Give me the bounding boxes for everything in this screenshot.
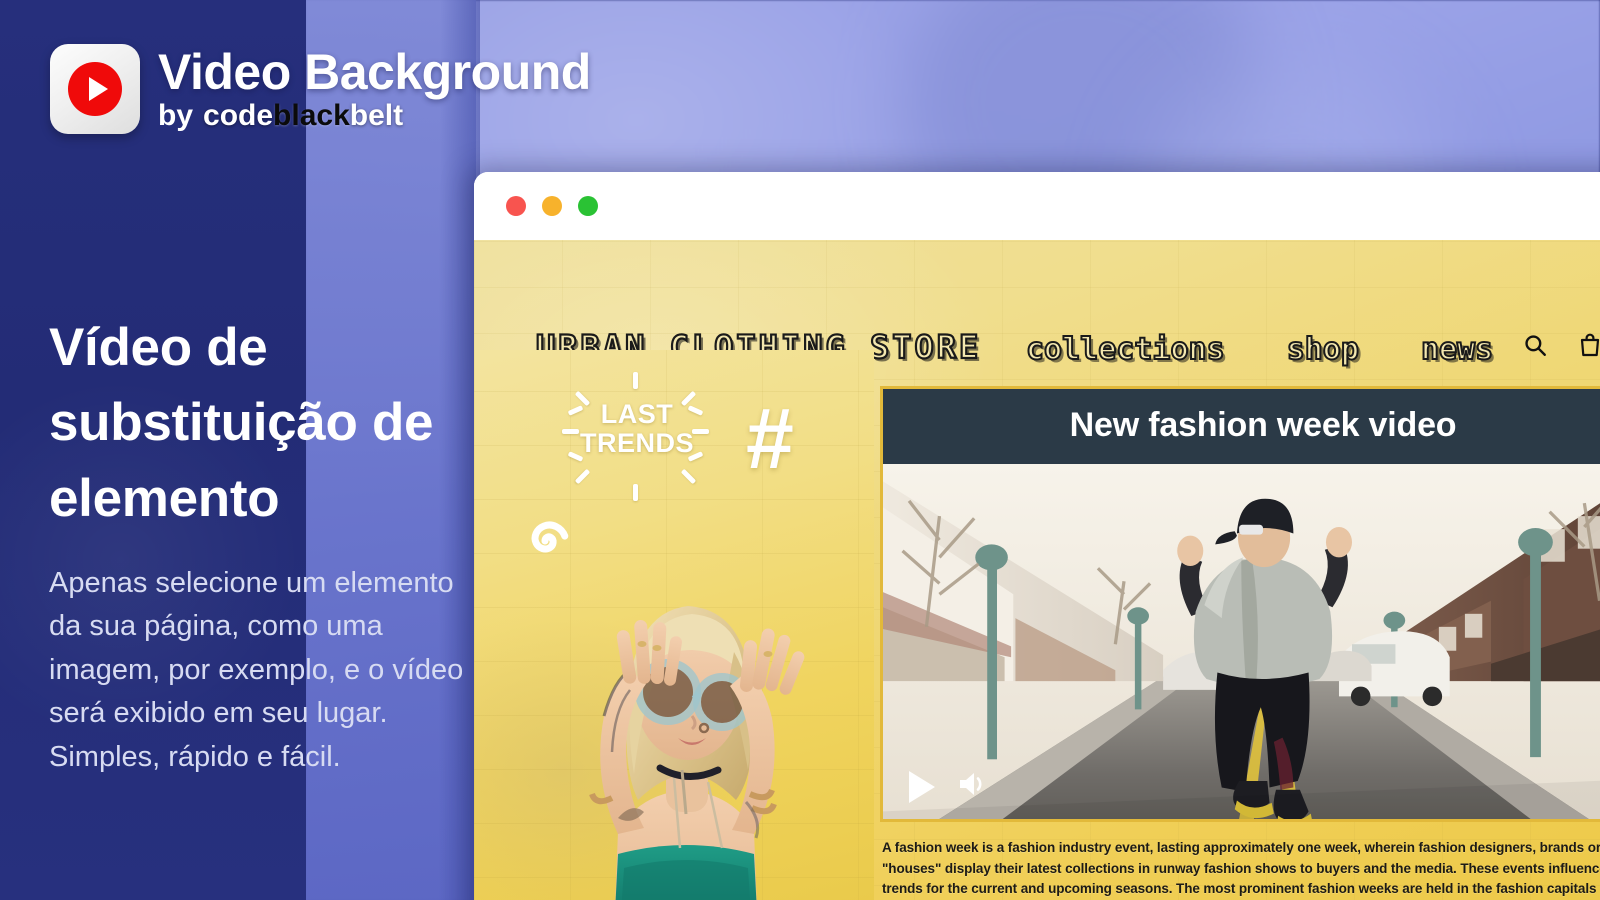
video-controls	[909, 770, 989, 803]
badge-line-2: TRENDS	[579, 428, 694, 459]
app-title: Video Background	[158, 44, 591, 100]
page-root: Video Background by code black belt Vídeo …	[0, 0, 1600, 900]
model-photo-column: LAST TRENDS #	[474, 350, 874, 900]
play-button-icon	[68, 62, 122, 116]
feature-paragraph: Apenas selecione um elemento da sua pági…	[49, 566, 464, 773]
close-dot-icon[interactable]	[506, 196, 526, 216]
fashion-model-photo	[589, 606, 805, 900]
brand-black: black	[273, 99, 350, 132]
article-paragraph: A fashion week is a fashion industry eve…	[882, 840, 1600, 897]
brand-belt: belt	[349, 99, 404, 132]
brand-text-block: Video Background by code black belt	[158, 47, 591, 131]
marketing-copy: Vídeo de substituição de elemento Apenas…	[49, 310, 479, 779]
by-label: by	[158, 99, 194, 132]
codeblackbelt-logo: code black belt	[203, 101, 403, 131]
badge-line-1: LAST	[600, 399, 674, 429]
brand-header: Video Background by code black belt	[50, 44, 591, 134]
video-title: New fashion week video	[880, 386, 1600, 464]
brand-byline: by code black belt	[158, 101, 591, 131]
feature-heading: Vídeo de substituição de elemento	[49, 318, 434, 528]
browser-titlebar	[474, 172, 1600, 240]
app-logo	[50, 44, 140, 134]
hashtag-icon: #	[746, 391, 794, 487]
video-player[interactable]	[880, 464, 1600, 822]
minimize-dot-icon[interactable]	[542, 196, 562, 216]
volume-icon[interactable]	[957, 770, 989, 803]
last-trends-badge: LAST TRENDS	[562, 372, 712, 502]
play-triangle-icon	[88, 77, 108, 101]
maximize-dot-icon[interactable]	[578, 196, 598, 216]
play-icon[interactable]	[909, 770, 935, 803]
brand-code: code	[203, 99, 274, 132]
site-viewport: URBAN CLOTHING STORE collections shop ne…	[474, 240, 1600, 900]
last-trends-text: LAST TRENDS	[562, 399, 712, 459]
browser-mockup: URBAN CLOTHING STORE collections shop ne…	[474, 172, 1600, 900]
street-scene-photo	[883, 464, 1600, 819]
video-card: New fashion week video A fashion week is…	[880, 386, 1600, 900]
video-article-column: New fashion week video A fashion week is…	[874, 350, 1600, 900]
